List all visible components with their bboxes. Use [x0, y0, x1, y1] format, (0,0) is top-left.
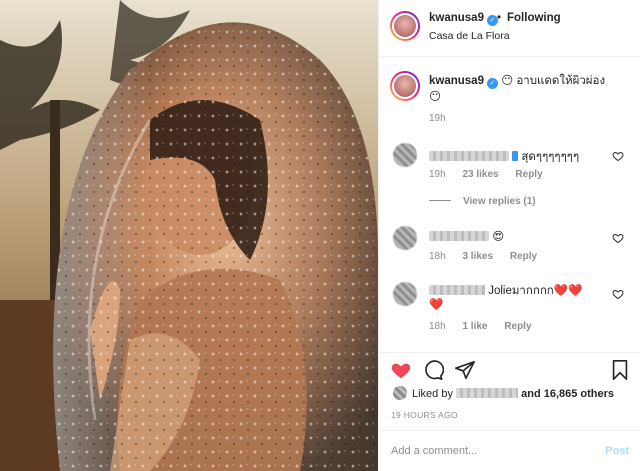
- comment-reply-button[interactable]: Reply: [515, 169, 542, 180]
- comment-input[interactable]: Add a comment...: [391, 445, 477, 457]
- likes-count[interactable]: and 16,865 others: [521, 388, 614, 400]
- comment-reply-button[interactable]: Reply: [510, 251, 537, 262]
- photo-image: [0, 0, 378, 471]
- comment-likes[interactable]: 1 like: [462, 321, 487, 332]
- replies-divider: [429, 200, 451, 201]
- comment-text-continued: ❤️: [429, 299, 444, 311]
- location-link[interactable]: Casa de La Flora: [429, 30, 510, 42]
- post-comment-button[interactable]: Post: [605, 445, 629, 457]
- commenter-avatar[interactable]: [393, 143, 417, 167]
- comment-form: Add a comment... Post: [379, 430, 640, 471]
- caption-time: 19h: [429, 113, 446, 124]
- post-details-panel: kwanusa9 ✓ • Following Casa de La Flora k…: [378, 0, 640, 471]
- comment-time: 19h: [429, 169, 446, 180]
- commenter-username[interactable]: [429, 231, 489, 241]
- header-separator: •: [497, 12, 502, 24]
- view-replies-button[interactable]: View replies (1): [429, 196, 536, 207]
- comment-icon[interactable]: [422, 359, 444, 381]
- liker-username[interactable]: [456, 388, 519, 398]
- commenter-username[interactable]: [429, 285, 485, 295]
- comment-text: 😍: [492, 231, 505, 243]
- verified-icon: [512, 151, 519, 161]
- commenter-username[interactable]: [429, 151, 509, 161]
- likes-summary: Liked by and 16,865 others: [393, 386, 614, 400]
- author-username[interactable]: kwanusa9: [429, 12, 484, 24]
- comment-like-heart-icon[interactable]: [612, 150, 624, 162]
- comment-likes[interactable]: 3 likes: [462, 251, 493, 262]
- comment-text: สุดๆๆๆๆๆๆๆ: [521, 151, 580, 163]
- caption-avatar[interactable]: [390, 71, 420, 101]
- following-button[interactable]: Following: [507, 12, 561, 24]
- view-replies-label: View replies (1): [463, 196, 536, 207]
- commenter-avatar[interactable]: [393, 282, 417, 306]
- bookmark-icon[interactable]: [609, 359, 631, 381]
- comment-text: Jolieมากกกก❤️❤️: [488, 285, 583, 297]
- comment-like-heart-icon[interactable]: [612, 288, 624, 300]
- liker-avatar[interactable]: [393, 386, 407, 400]
- caption-emoji-end: 😶: [429, 91, 441, 103]
- heart-icon[interactable]: [390, 359, 412, 381]
- caption-username[interactable]: kwanusa9: [429, 75, 484, 87]
- commenter-avatar[interactable]: [393, 226, 417, 250]
- comment-reply-button[interactable]: Reply: [504, 321, 531, 332]
- comment-time: 18h: [429, 321, 446, 332]
- share-icon[interactable]: [454, 359, 476, 381]
- post-photo[interactable]: [0, 0, 378, 471]
- comment-like-heart-icon[interactable]: [612, 232, 624, 244]
- post-actions: [379, 352, 640, 386]
- caption-text: อาบแดดให้ผิวผ่อง: [516, 75, 606, 87]
- post-timestamp: 19 HOURS AGO: [391, 410, 458, 420]
- comment-likes[interactable]: 23 likes: [462, 169, 498, 180]
- likes-prefix: Liked by: [412, 388, 453, 400]
- post-header: kwanusa9 ✓ • Following Casa de La Flora: [379, 0, 640, 57]
- caption-emoji: 😶: [501, 75, 514, 87]
- verified-icon: ✓: [486, 78, 498, 89]
- author-avatar[interactable]: [390, 11, 420, 41]
- comment-time: 18h: [429, 251, 446, 262]
